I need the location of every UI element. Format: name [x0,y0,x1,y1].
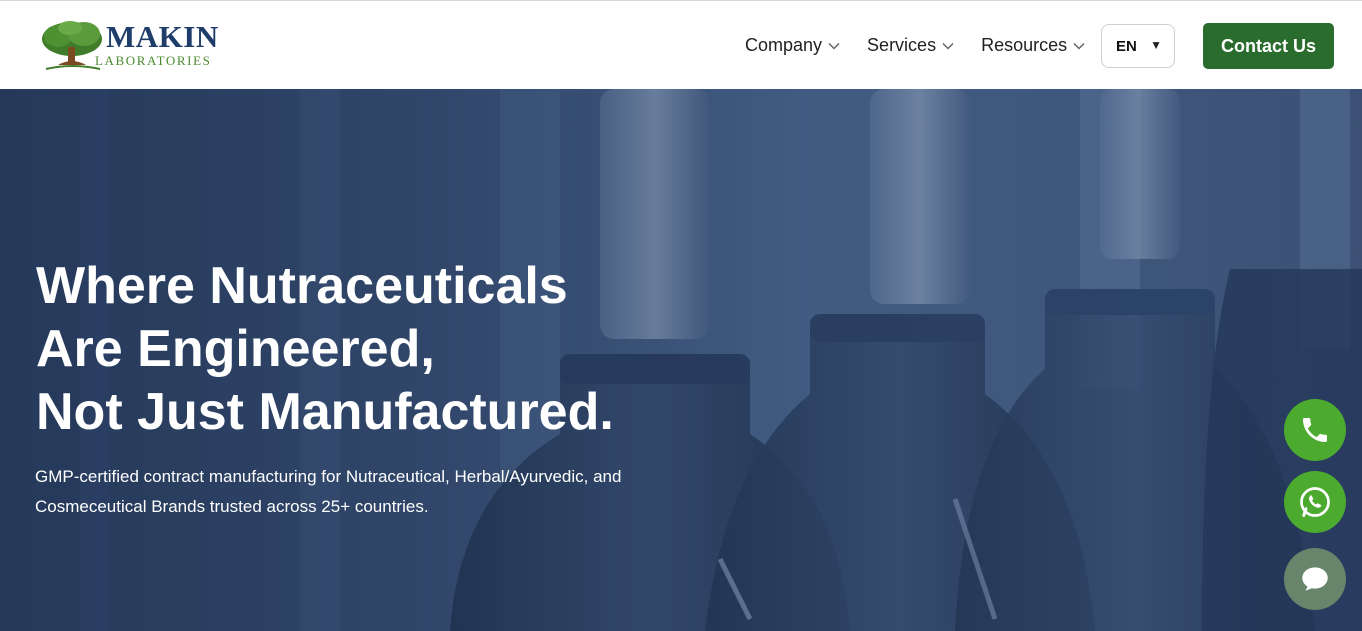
nav-item-label: Resources [981,35,1068,55]
chevron-down-icon [1073,42,1085,50]
contact-us-button[interactable]: Contact Us [1203,23,1334,69]
nav-item-company[interactable]: Company [745,35,840,56]
hero-title-line: Are Engineered, [36,320,435,378]
chat-button[interactable] [1284,548,1346,610]
caret-down-icon: ▼ [1150,38,1162,52]
hero-title-line: Not Just Manufactured. [36,383,614,441]
nav-item-label: Company [745,35,823,55]
hero-subtitle-line: Cosmeceutical Brands trusted across 25+ … [35,497,429,516]
hero-title: Where Nutraceuticals Are Engineered, Not… [36,255,756,444]
nav-item-resources[interactable]: Resources [981,35,1085,56]
brand-logo[interactable]: MAKIN LABORATORIES [38,19,218,75]
chat-icon [1302,567,1328,591]
whatsapp-icon [1300,487,1330,517]
main-nav: Company Services Resources [745,35,1112,56]
phone-icon [1303,418,1327,442]
hero-section: Where Nutraceuticals Are Engineered, Not… [0,89,1362,631]
chevron-down-icon [828,42,840,50]
language-select[interactable]: EN ▼ [1101,24,1175,68]
hero-subtitle: GMP-certified contract manufacturing for… [35,462,675,522]
hero-title-line: Where Nutraceuticals [36,257,568,315]
hero-subtitle-line: GMP-certified contract manufacturing for… [35,467,622,486]
nav-item-label: Services [867,35,937,55]
whatsapp-button[interactable] [1284,471,1346,533]
brand-tagline: LABORATORIES [95,53,212,68]
site-header: MAKIN LABORATORIES Company Services Reso… [0,0,1362,89]
language-value: EN [1116,37,1137,55]
brand-name: MAKIN [106,19,219,54]
chevron-down-icon [942,42,954,50]
nav-item-services[interactable]: Services [867,35,954,56]
call-button[interactable] [1284,399,1346,461]
